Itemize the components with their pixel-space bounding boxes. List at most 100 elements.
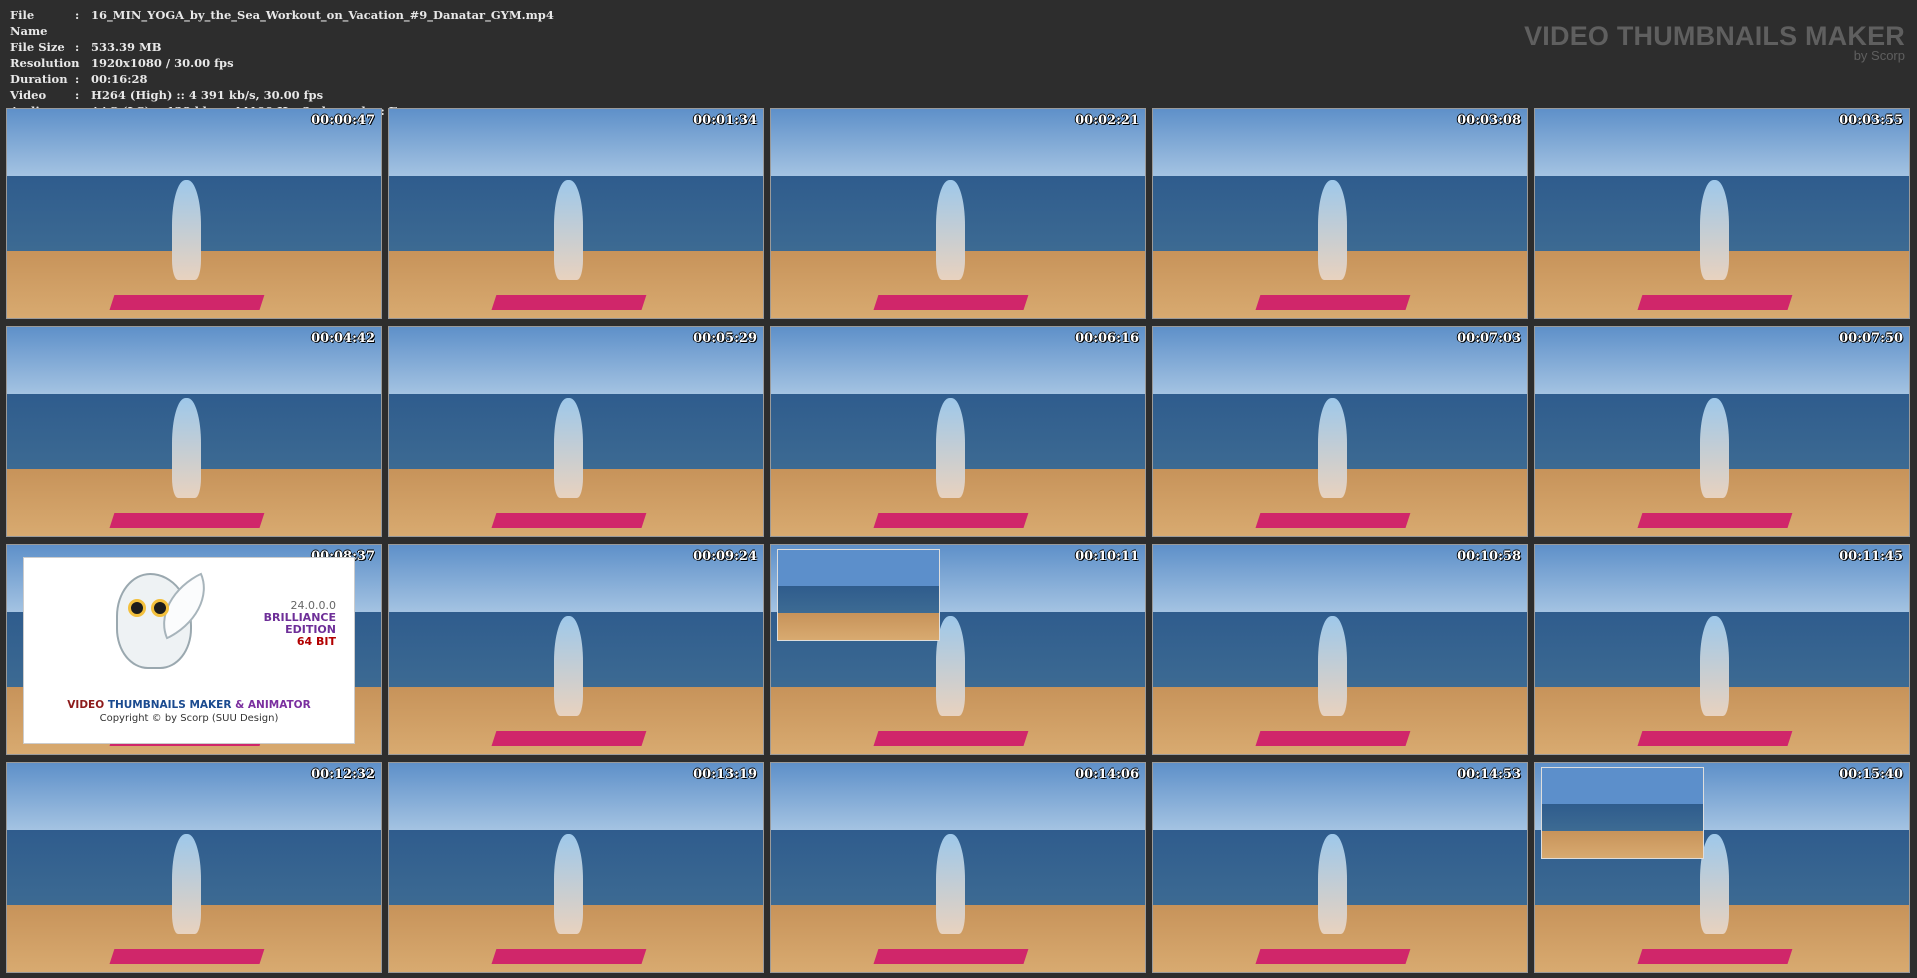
- person: [1317, 398, 1348, 499]
- timestamp: 00:14:53: [1457, 767, 1521, 782]
- timestamp: 00:00:47: [311, 113, 375, 128]
- timestamp: 00:03:55: [1839, 113, 1903, 128]
- splash-title-b: THUMBNAILS MAKER: [107, 699, 232, 711]
- thumbnail[interactable]: 00:09:24: [388, 544, 764, 755]
- file-size-row: File Size : 533.39 MB: [10, 39, 554, 55]
- timestamp: 00:07:03: [1457, 331, 1521, 346]
- thumbnail[interactable]: 00:04:42: [6, 326, 382, 537]
- duration-row: Duration : 00:16:28: [10, 71, 554, 87]
- timestamp: 00:03:08: [1457, 113, 1521, 128]
- timestamp: 00:14:06: [1075, 767, 1139, 782]
- copyright: Copyright © by Scorp (SUU Design): [99, 713, 279, 724]
- version-info: 24.0.0.0 BRILLIANCE EDITION 64 BIT: [264, 600, 336, 648]
- towel: [1637, 513, 1792, 528]
- towel: [1637, 295, 1792, 310]
- thumbnail[interactable]: 00:11:45: [1534, 544, 1910, 755]
- thumbnail[interactable]: 00:02:21: [770, 108, 1146, 319]
- picture-in-picture: [777, 549, 940, 641]
- thumbnail[interactable]: 00:14:53: [1152, 762, 1528, 973]
- thumbnail[interactable]: 00:12:32: [6, 762, 382, 973]
- timestamp: 00:01:34: [693, 113, 757, 128]
- sea: [778, 585, 939, 613]
- thumbnail[interactable]: 00:06:16: [770, 326, 1146, 537]
- person: [1699, 398, 1730, 499]
- timestamp: 00:06:16: [1075, 331, 1139, 346]
- video-value: H264 (High) :: 4 391 kb/s, 30.00 fps: [91, 88, 324, 102]
- person: [935, 834, 966, 935]
- separator: :: [75, 40, 80, 54]
- resolution-row: Resolution : 1920x1080 / 30.00 fps: [10, 55, 554, 71]
- brand-subtitle: by Scorp: [1853, 48, 1905, 63]
- timestamp: 00:02:21: [1075, 113, 1139, 128]
- person: [171, 180, 202, 281]
- thumbnail[interactable]: 00:13:19: [388, 762, 764, 973]
- file-info-panel: File Name : 16_MIN_YOGA_by_the_Sea_Worko…: [10, 7, 554, 119]
- video-row: Video : H264 (High) :: 4 391 kb/s, 30.00…: [10, 87, 554, 103]
- person: [1699, 616, 1730, 717]
- picture-in-picture: [1541, 767, 1704, 859]
- splash-title-c: & ANIMATOR: [231, 699, 311, 711]
- towel: [109, 295, 264, 310]
- file-size-value: 533.39 MB: [91, 40, 162, 54]
- file-name-value: 16_MIN_YOGA_by_the_Sea_Workout_on_Vacati…: [91, 8, 554, 22]
- thumbnail[interactable]: 00:01:34: [388, 108, 764, 319]
- splash-screen: 24.0.0.0 BRILLIANCE EDITION 64 BIT VIDEO THU…: [23, 557, 355, 744]
- towel: [873, 949, 1028, 964]
- separator: :: [75, 56, 80, 70]
- timestamp: 00:10:58: [1457, 549, 1521, 564]
- timestamp: 00:12:32: [311, 767, 375, 782]
- person: [935, 616, 966, 717]
- towel: [1255, 949, 1410, 964]
- timestamp: 00:04:42: [311, 331, 375, 346]
- thumbnail[interactable]: 00:10:58: [1152, 544, 1528, 755]
- person: [1317, 616, 1348, 717]
- thumbnail[interactable]: 00:07:03: [1152, 326, 1528, 537]
- towel: [873, 295, 1028, 310]
- video-label: Video: [10, 88, 47, 102]
- file-size-label: File Size: [10, 40, 65, 54]
- towel: [1255, 295, 1410, 310]
- towel: [109, 949, 264, 964]
- splash-title-a: VIDEO: [67, 699, 108, 711]
- thumbnail[interactable]: 00:15:40: [1534, 762, 1910, 973]
- thumbnail[interactable]: 00:03:55: [1534, 108, 1910, 319]
- sea: [1542, 803, 1703, 831]
- towel: [109, 513, 264, 528]
- person: [1317, 834, 1348, 935]
- thumbnail[interactable]: 00:14:06: [770, 762, 1146, 973]
- duration-label: Duration: [10, 72, 68, 86]
- rock: [1542, 830, 1703, 858]
- person: [553, 616, 584, 717]
- thumbnail[interactable]: 00:00:47: [6, 108, 382, 319]
- timestamp: 00:09:24: [693, 549, 757, 564]
- bitness: 64 BIT: [296, 635, 336, 648]
- thumbnail[interactable]: 00:05:29: [388, 326, 764, 537]
- timestamp: 00:10:11: [1075, 549, 1139, 564]
- person: [1699, 180, 1730, 281]
- person: [935, 180, 966, 281]
- timestamp: 00:15:40: [1839, 767, 1903, 782]
- separator: :: [75, 72, 80, 86]
- file-name-row: File Name : 16_MIN_YOGA_by_the_Sea_Worko…: [10, 7, 554, 39]
- towel: [491, 295, 646, 310]
- towel: [491, 731, 646, 746]
- towel: [491, 513, 646, 528]
- owl-logo: [116, 572, 221, 669]
- towel: [491, 949, 646, 964]
- duration-value: 00:16:28: [91, 72, 148, 86]
- thumbnail[interactable]: 00:03:08: [1152, 108, 1528, 319]
- person: [171, 398, 202, 499]
- separator: :: [75, 8, 80, 22]
- rock: [778, 612, 939, 640]
- thumbnail[interactable]: 00:08:3724.0.0.0BRILLIANCEEDITION64 BITV…: [6, 544, 382, 755]
- thumbnail[interactable]: 00:07:50: [1534, 326, 1910, 537]
- thumbnail[interactable]: 00:10:11: [770, 544, 1146, 755]
- splash-title: VIDEO THUMBNAILS MAKER & ANIMATOR: [24, 699, 354, 711]
- towel: [1255, 513, 1410, 528]
- timestamp: 00:11:45: [1839, 549, 1903, 564]
- timestamp: 00:07:50: [1839, 331, 1903, 346]
- person: [1317, 180, 1348, 281]
- person: [171, 834, 202, 935]
- towel: [873, 731, 1028, 746]
- towel: [1637, 949, 1792, 964]
